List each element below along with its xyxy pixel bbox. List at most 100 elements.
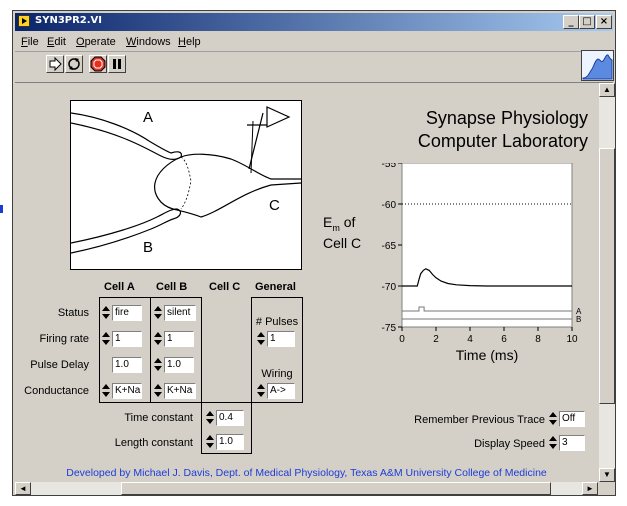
col-header-cell-b: Cell B [156, 281, 188, 293]
y-tick-label: -65 [382, 241, 397, 252]
menu-windows[interactable]: Windows [126, 36, 171, 48]
cell-a-pulse-delay-control[interactable]: 1.0 [102, 357, 142, 373]
x-tick-label: 8 [535, 334, 541, 345]
minimize-button[interactable]: _ [563, 15, 579, 29]
close-button[interactable]: × [596, 15, 612, 29]
time-constant-label: Time constant [124, 412, 193, 424]
wiring-label: Wiring [261, 368, 293, 380]
title-bar[interactable]: SYN3PR2.VI _ □ × [15, 13, 613, 31]
cell-a-pulse-delay-value[interactable]: 1.0 [112, 357, 142, 373]
lab-title-line1: Synapse Physiology [425, 108, 588, 128]
pulses-spinner[interactable] [257, 331, 265, 347]
cell-b-status-ring[interactable]: silent [154, 305, 196, 321]
cell-a-status-ring[interactable]: fire [102, 305, 142, 321]
synapse-diagram: A B C [70, 100, 302, 270]
cell-b-firing-rate-control[interactable]: 1 [154, 331, 196, 347]
front-panel: A B C Synapse Physiology Computer Labora… [15, 83, 598, 482]
cell-b-status-value[interactable]: silent [164, 305, 196, 321]
row-label-firing-rate: Firing rate [39, 333, 89, 345]
lab-title: Synapse Physiology Computer Laboratory [345, 107, 588, 153]
toolbar [15, 50, 614, 83]
col-header-cell-a: Cell A [104, 281, 135, 293]
desktop-marker [0, 205, 3, 213]
remember-trace-ring[interactable]: Off [549, 411, 589, 427]
run-arrow-icon[interactable] [46, 55, 64, 73]
abort-stop-icon[interactable] [89, 55, 107, 73]
lab-title-line2: Computer Laboratory [417, 131, 588, 151]
menu-help[interactable]: Help [178, 36, 201, 48]
cell-a-conductance-value[interactable]: K+Na [112, 383, 142, 399]
chart-ylabel-main: E [323, 214, 333, 230]
cell-b-firing-rate-spinner[interactable] [154, 331, 162, 347]
menu-file[interactable]: File [21, 36, 39, 48]
row-label-conductance: Conductance [24, 385, 89, 397]
pause-icon[interactable] [108, 55, 126, 73]
cell-b-conductance-value[interactable]: K+Na [164, 383, 196, 399]
cell-b-pulse-delay-spinner[interactable] [154, 357, 162, 373]
plot-area [401, 163, 573, 328]
horizontal-scrollbar[interactable]: ◄ ► [15, 482, 598, 495]
cell-a-status-value[interactable]: fire [112, 305, 142, 321]
vi-icon [581, 50, 614, 81]
maximize-button[interactable]: □ [579, 15, 595, 29]
length-constant-control[interactable]: 1.0 [206, 434, 246, 450]
scroll-right-button[interactable]: ► [582, 482, 598, 495]
time-constant-value[interactable]: 0.4 [216, 410, 244, 426]
remember-trace-spinner[interactable] [549, 411, 557, 427]
vertical-scroll-thumb[interactable] [599, 148, 615, 404]
chart-ylabel-of: of [339, 214, 356, 230]
credits-text: Developed by Michael J. Davis, Dept. of … [66, 467, 547, 479]
menu-bar: File Edit Operate Windows Help [15, 33, 613, 52]
cell-b-pulse-delay-control[interactable]: 1.0 [154, 357, 196, 373]
menu-operate[interactable]: Operate [76, 36, 116, 48]
col-header-general: General [255, 281, 296, 293]
cell-a-status-spinner[interactable] [102, 305, 110, 321]
remember-trace-label: Remember Previous Trace [414, 414, 545, 426]
cell-b-status-spinner[interactable] [154, 305, 162, 321]
display-speed-value[interactable]: 3 [559, 435, 585, 451]
scroll-down-button[interactable]: ▼ [599, 468, 615, 482]
horizontal-scroll-thumb[interactable] [121, 482, 551, 495]
y-tick-label: -70 [382, 282, 397, 293]
cell-a-conductance-ring[interactable]: K+Na [102, 383, 142, 399]
cell-a-conductance-spinner[interactable] [102, 383, 110, 399]
x-axis-label: Time (ms) [456, 347, 518, 363]
length-constant-spinner[interactable] [206, 434, 214, 450]
cell-b-conductance-spinner[interactable] [154, 383, 162, 399]
wiring-value[interactable]: A-> [267, 383, 295, 399]
cell-b-firing-rate-value[interactable]: 1 [164, 331, 194, 347]
cell-a-firing-rate-value[interactable]: 1 [112, 331, 142, 347]
vertical-scrollbar[interactable]: ▲ ▼ [599, 83, 615, 482]
cell-b-conductance-ring[interactable]: K+Na [154, 383, 196, 399]
vi-window: SYN3PR2.VI _ □ × File Edit Operate Windo… [12, 10, 616, 496]
length-constant-label: Length constant [114, 437, 193, 449]
wiring-ring[interactable]: A-> [257, 383, 297, 399]
run-continuously-icon[interactable] [65, 55, 83, 73]
time-constant-spinner[interactable] [206, 410, 214, 426]
remember-trace-value[interactable]: Off [559, 411, 585, 427]
cell-b-pulse-delay-value[interactable]: 1.0 [164, 357, 194, 373]
row-label-status: Status [57, 307, 89, 319]
pulses-label: # Pulses [255, 316, 299, 328]
cell-a-label: A [143, 109, 154, 126]
x-tick-label: 4 [467, 334, 473, 345]
cell-c-label: C [269, 197, 280, 214]
size-grip[interactable] [599, 482, 615, 495]
wiring-spinner[interactable] [257, 383, 265, 399]
display-speed-spinner[interactable] [549, 435, 557, 451]
cell-a-firing-rate-spinner[interactable] [102, 331, 110, 347]
time-constant-control[interactable]: 0.4 [206, 410, 246, 426]
window-title: SYN3PR2.VI [35, 15, 103, 26]
pulses-control[interactable]: 1 [257, 331, 297, 347]
scroll-up-button[interactable]: ▲ [599, 83, 615, 97]
y-tick-label: -60 [382, 200, 397, 211]
menu-edit[interactable]: Edit [47, 36, 66, 48]
pulses-value[interactable]: 1 [267, 331, 295, 347]
display-speed-control[interactable]: 3 [549, 435, 589, 451]
labview-app-icon [18, 15, 30, 27]
length-constant-value[interactable]: 1.0 [216, 434, 244, 450]
scroll-left-button[interactable]: ◄ [15, 482, 31, 495]
row-label-pulse-delay: Pulse Delay [30, 359, 89, 371]
y-tick-label: -75 [382, 323, 397, 334]
cell-a-firing-rate-control[interactable]: 1 [102, 331, 142, 347]
